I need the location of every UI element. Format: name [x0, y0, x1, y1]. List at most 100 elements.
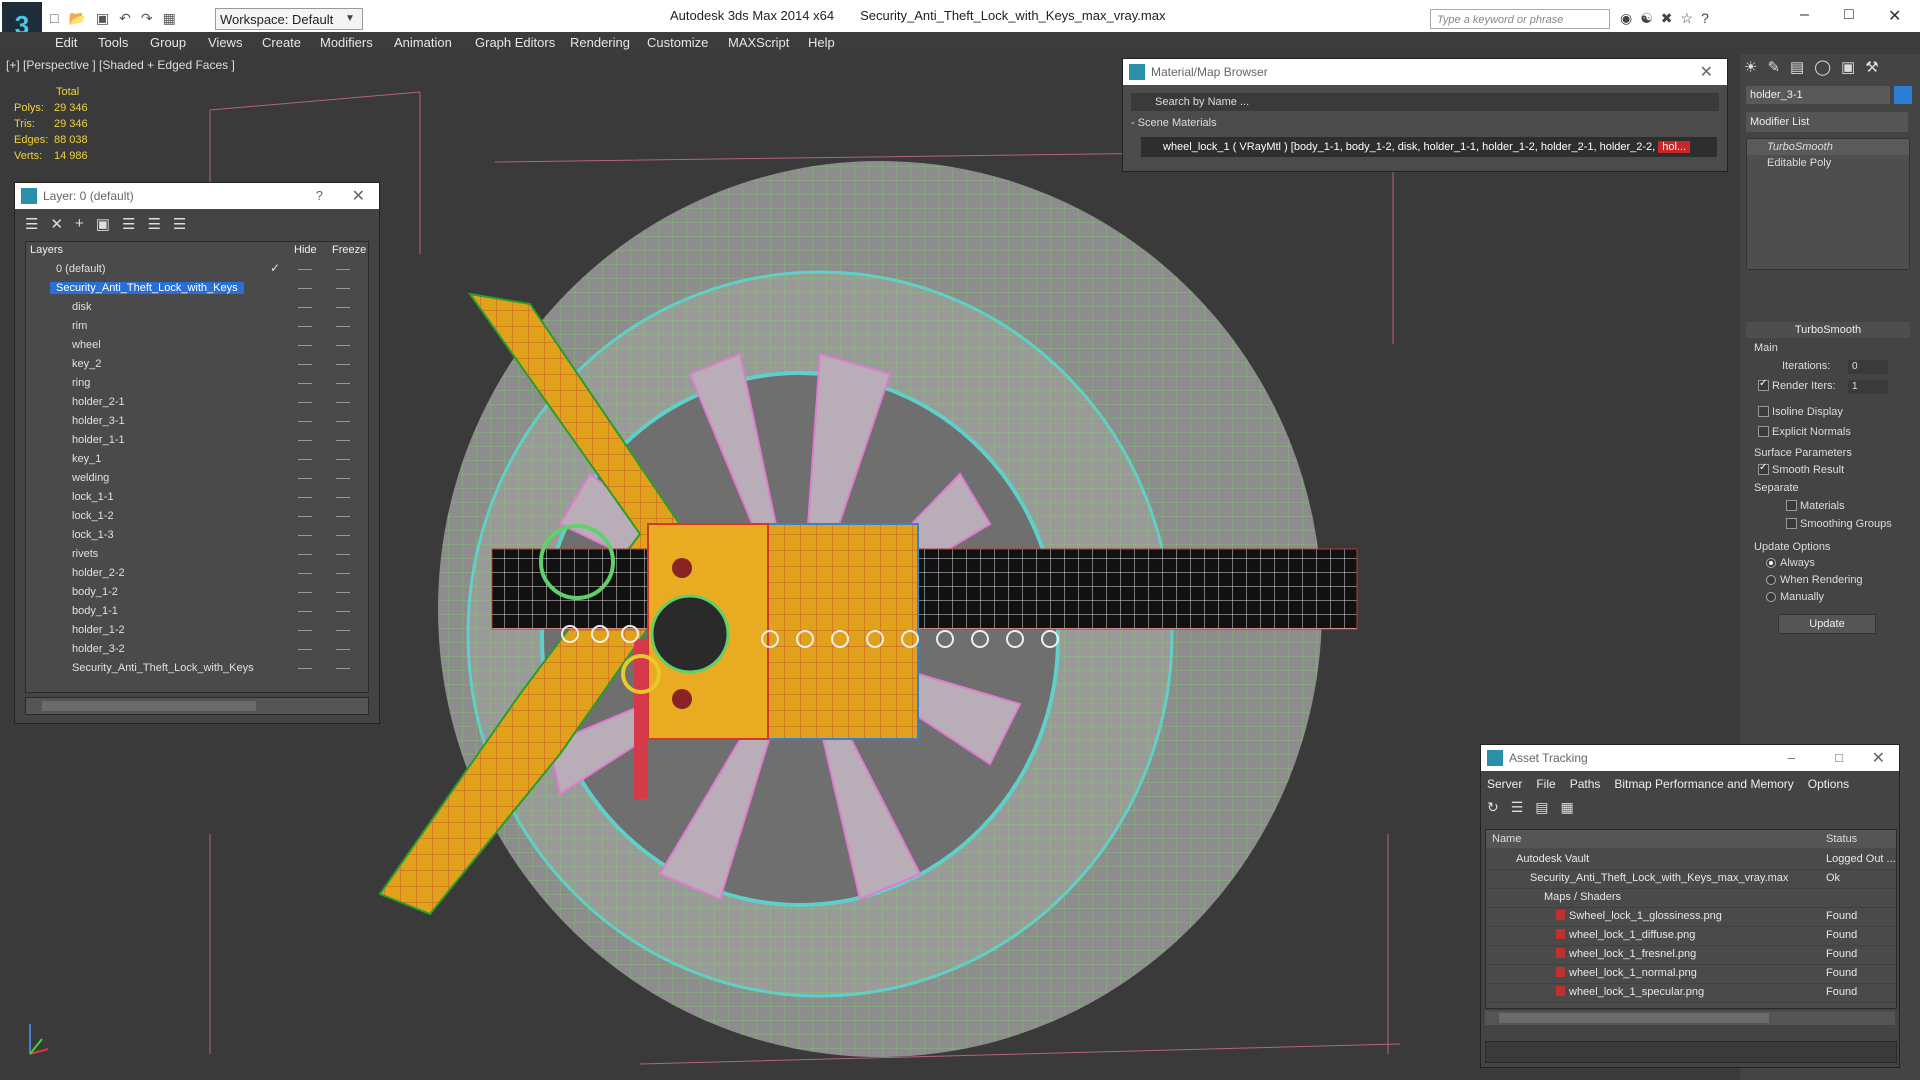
menu-maxscript[interactable]: MAXScript — [728, 35, 789, 50]
layer-row[interactable]: Security_Anti_Theft_Lock_with_Keys — [26, 279, 368, 298]
help-icon[interactable]: ? — [316, 188, 323, 203]
menu-customize[interactable]: Customize — [647, 35, 708, 50]
maximize-icon[interactable]: □ — [1835, 750, 1843, 765]
layer-row[interactable]: body_1-2 — [26, 583, 368, 602]
menu-graph-editors[interactable]: Graph Editors — [475, 35, 555, 50]
layer-row[interactable]: holder_1-1 — [26, 431, 368, 450]
menu-create[interactable]: Create — [262, 35, 301, 50]
menu-group[interactable]: Group — [150, 35, 186, 50]
create-tab-icon[interactable]: ☀ — [1744, 58, 1757, 76]
new-layer-icon[interactable]: ☰ — [25, 215, 38, 233]
search-input[interactable]: Type a keyword or phrase — [1430, 9, 1610, 29]
binoculars-icon[interactable]: ◉ — [1620, 10, 1632, 27]
table-row[interactable]: Autodesk Vault Logged Out ... — [1486, 850, 1896, 870]
menu-edit[interactable]: Edit — [55, 35, 77, 50]
scroll-thumb[interactable] — [42, 701, 256, 711]
layer-row[interactable]: welding — [26, 469, 368, 488]
explicit-normals-checkbox[interactable] — [1758, 426, 1769, 437]
workspace-dropdown[interactable]: Workspace: Default — [215, 8, 363, 30]
layer-row[interactable]: holder_2-2 — [26, 564, 368, 583]
delete-layer-icon[interactable]: ✕ — [50, 215, 63, 233]
col-hide[interactable]: Hide — [294, 244, 317, 256]
table-view-icon[interactable]: ▦ — [1561, 799, 1574, 816]
layer-row[interactable]: holder_1-2 — [26, 621, 368, 640]
minimize-icon[interactable]: – — [1788, 750, 1795, 765]
undo-icon[interactable]: ↶ — [119, 10, 131, 27]
redo-icon[interactable]: ↷ — [141, 10, 153, 27]
update-button[interactable]: Update — [1778, 614, 1876, 634]
layer-row[interactable]: key_2 — [26, 355, 368, 374]
layer-panel-titlebar[interactable]: Layer: 0 (default) ? ✕ — [15, 183, 379, 209]
new-file-icon[interactable]: □ — [50, 10, 58, 27]
asset-menu-bitmap[interactable]: Bitmap Performance and Memory — [1614, 777, 1793, 791]
viewport-label[interactable]: [+] [Perspective ] [Shaded + Edged Faces… — [6, 58, 235, 72]
layer-row[interactable]: key_1 — [26, 450, 368, 469]
stack-item-editable-poly[interactable]: Editable Poly — [1747, 155, 1909, 171]
scroll-thumb[interactable] — [1499, 1013, 1769, 1023]
stack-item-turbosmooth[interactable]: TurboSmooth — [1747, 139, 1909, 155]
close-icon[interactable]: ✕ — [1872, 748, 1885, 768]
hide-all-icon[interactable]: ☰ — [147, 215, 160, 233]
iterations-spinner[interactable]: 0 — [1848, 360, 1888, 374]
col-name[interactable]: Name — [1492, 833, 1521, 845]
layer-row[interactable]: rim — [26, 317, 368, 336]
layer-row[interactable]: disk — [26, 298, 368, 317]
layer-row[interactable]: Security_Anti_Theft_Lock_with_Keys — [26, 659, 368, 678]
isoline-checkbox[interactable] — [1758, 406, 1769, 417]
table-row[interactable]: wheel_lock_1_fresnel.png Found — [1486, 945, 1896, 965]
layer-row[interactable]: holder_3-2 — [26, 640, 368, 659]
col-status[interactable]: Status — [1826, 833, 1857, 845]
asset-menu-server[interactable]: Server — [1487, 777, 1522, 791]
layer-row[interactable]: body_1-1 — [26, 602, 368, 621]
modify-tab-icon[interactable]: ✎ — [1767, 58, 1780, 76]
maximize-icon[interactable]: □ — [1844, 6, 1854, 24]
utilities-tab-icon[interactable]: ⚒ — [1865, 58, 1878, 76]
close-icon[interactable]: ✕ — [352, 186, 365, 206]
turbosmooth-rollout[interactable]: TurboSmooth — [1746, 322, 1910, 338]
table-row[interactable]: wheel_lock_1_specular.png Found — [1486, 983, 1896, 1003]
close-icon[interactable]: ✕ — [1700, 62, 1713, 82]
star-icon[interactable]: ☆ — [1681, 10, 1694, 27]
table-row[interactable]: Maps / Shaders — [1486, 888, 1896, 908]
table-row[interactable]: wheel_lock_1_normal.png Found — [1486, 964, 1896, 984]
detail-view-icon[interactable]: ▤ — [1535, 799, 1548, 816]
highlight-layer-icon[interactable]: ☰ — [122, 215, 135, 233]
hierarchy-tab-icon[interactable]: ▤ — [1790, 58, 1804, 76]
minimize-icon[interactable]: – — [1800, 6, 1809, 24]
object-name-field[interactable]: holder_3-1 — [1746, 86, 1890, 104]
layer-row[interactable]: wheel — [26, 336, 368, 355]
menu-rendering[interactable]: Rendering — [570, 35, 630, 50]
project-folder-icon[interactable]: ▦ — [163, 10, 176, 27]
layer-row[interactable]: lock_1-3 — [26, 526, 368, 545]
asset-menu-file[interactable]: File — [1536, 777, 1555, 791]
help-icon[interactable]: ? — [1701, 10, 1709, 27]
open-file-icon[interactable]: 📂 — [68, 10, 85, 27]
table-row[interactable]: Swheel_lock_1_glossiness.png Found — [1486, 907, 1896, 927]
layer-row[interactable]: lock_1-1 — [26, 488, 368, 507]
menu-modifiers[interactable]: Modifiers — [320, 35, 373, 50]
select-objects-icon[interactable]: ▣ — [96, 215, 110, 233]
menu-animation[interactable]: Animation — [394, 35, 452, 50]
freeze-all-icon[interactable]: ☰ — [173, 215, 186, 233]
object-color-swatch[interactable] — [1894, 86, 1912, 104]
list-view-icon[interactable]: ☰ — [1511, 799, 1524, 816]
render-iters-spinner[interactable]: 1 — [1848, 380, 1888, 394]
asset-menu-paths[interactable]: Paths — [1570, 777, 1601, 791]
display-tab-icon[interactable]: ▣ — [1841, 58, 1855, 76]
refresh-icon[interactable]: ↻ — [1487, 799, 1499, 816]
exchange-icon[interactable]: ✖ — [1661, 10, 1673, 27]
smooth-result-checkbox[interactable] — [1758, 462, 1769, 475]
col-layers[interactable]: Layers — [30, 244, 63, 256]
asset-tracking-titlebar[interactable]: Asset Tracking – □ ✕ — [1481, 745, 1899, 771]
menu-help[interactable]: Help — [808, 35, 835, 50]
materials-checkbox[interactable] — [1786, 500, 1797, 511]
layer-scrollbar[interactable] — [25, 697, 369, 715]
scene-materials-header[interactable]: - Scene Materials — [1131, 117, 1217, 129]
check-icon[interactable]: ✓ — [270, 261, 280, 275]
material-browser-titlebar[interactable]: Material/Map Browser ✕ — [1123, 59, 1727, 85]
motion-tab-icon[interactable]: ◯ — [1814, 58, 1831, 76]
always-radio[interactable] — [1766, 558, 1776, 568]
smoothing-groups-checkbox[interactable] — [1786, 518, 1797, 529]
manually-radio[interactable] — [1766, 592, 1776, 602]
chevron-down-icon[interactable]: ▼ — [345, 8, 359, 30]
